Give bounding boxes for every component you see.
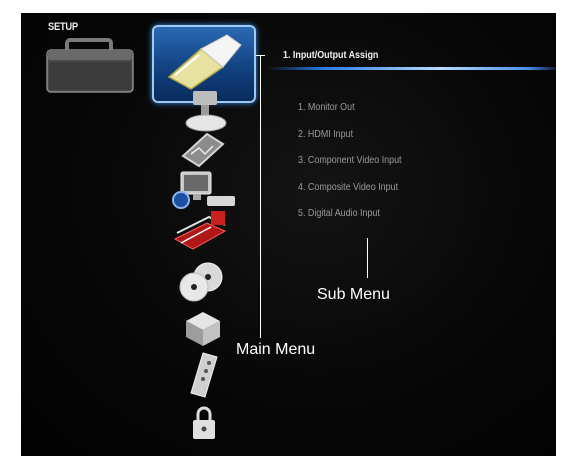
submenu-list: 1. Monitor Out 2. HDMI Input 3. Componen… <box>298 101 420 234</box>
hdmi-cable-icon[interactable] <box>161 31 247 91</box>
sub-menu-label: Sub Menu <box>317 286 390 303</box>
submenu-item[interactable]: 3. Component Video Input <box>298 154 402 181</box>
title-underline <box>267 67 556 70</box>
setup-label: SETUP <box>48 21 78 33</box>
monitor-remote-icon[interactable] <box>171 170 237 212</box>
lock-icon[interactable] <box>189 405 219 441</box>
main-menu-callout-tick <box>256 55 265 56</box>
submenu-item[interactable]: 1. Monitor Out <box>298 101 402 128</box>
main-menu-label: Main Menu <box>236 341 316 358</box>
submenu-item[interactable]: 5. Digital Audio Input <box>298 207 402 234</box>
selected-menu-title: 1. Input/Output Assign <box>283 49 379 61</box>
sub-menu-callout-line <box>367 238 368 278</box>
remote-control-icon[interactable] <box>189 351 219 399</box>
setup-screen: SETUP 1. Input/Output Assign 1. Monitor … <box>21 13 556 456</box>
picture-icon[interactable] <box>179 130 225 170</box>
main-menu-callout-line <box>260 55 261 338</box>
red-settings-icon[interactable] <box>171 209 229 253</box>
toolbox-icon <box>46 38 134 93</box>
discs-icon[interactable] <box>176 261 226 303</box>
projector-icon[interactable] <box>181 89 231 133</box>
submenu-item[interactable]: 4. Composite Video Input <box>298 181 402 208</box>
cube-icon[interactable] <box>184 310 222 348</box>
submenu-item[interactable]: 2. HDMI Input <box>298 128 402 155</box>
